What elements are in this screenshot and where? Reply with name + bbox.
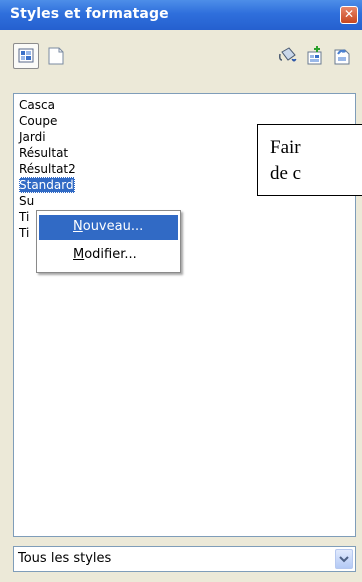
tooltip-line-2: de c <box>270 163 302 184</box>
fill-format-mode-button[interactable] <box>276 44 300 68</box>
style-filter-value: Tous les styles <box>18 551 112 566</box>
list-item[interactable]: Résultat2 <box>19 161 76 177</box>
list-item[interactable]: Su <box>19 193 34 209</box>
paragraph-styles-icon <box>18 48 34 63</box>
close-icon: ✕ <box>343 7 355 21</box>
toolbar <box>0 30 362 86</box>
list-item[interactable]: Résultat <box>19 145 68 161</box>
paragraph-styles-button[interactable] <box>13 43 39 69</box>
update-style-button[interactable] <box>330 44 354 68</box>
new-style-from-selection-button[interactable] <box>303 44 327 68</box>
help-tooltip: Fair de c <box>257 124 362 196</box>
menu-item-modify-mnemonic: M <box>73 247 85 262</box>
page-styles-icon <box>48 47 64 65</box>
menu-item-modify-label: odifier... <box>84 247 137 262</box>
title-bar: Styles et formatage ✕ <box>0 0 362 30</box>
window-title: Styles et formatage <box>10 6 169 22</box>
list-item[interactable]: Jardi <box>19 129 46 145</box>
chevron-down-icon <box>339 556 349 563</box>
context-menu: Nouveau... Modifier... <box>36 210 181 273</box>
new-style-icon <box>307 46 322 65</box>
paint-bucket-icon <box>279 47 297 62</box>
menu-item-new[interactable]: Nouveau... <box>39 215 178 240</box>
menu-item-new-label: ouveau... <box>82 219 144 234</box>
close-button[interactable]: ✕ <box>340 6 358 24</box>
update-style-icon <box>334 49 350 65</box>
menu-item-new-mnemonic: N <box>73 219 83 234</box>
list-item[interactable]: Coupe <box>19 113 57 129</box>
page-styles-button[interactable] <box>44 44 68 68</box>
tooltip-line-1: Fair <box>270 137 301 158</box>
dropdown-button[interactable] <box>335 549 353 569</box>
style-filter-select[interactable]: Tous les styles <box>13 546 356 572</box>
list-item-selected[interactable]: Standard <box>19 177 75 193</box>
menu-item-modify[interactable]: Modifier... <box>39 243 178 268</box>
list-item[interactable]: Casca <box>19 97 55 113</box>
list-item[interactable]: Ti <box>19 225 29 241</box>
list-item[interactable]: Ti <box>19 209 29 225</box>
